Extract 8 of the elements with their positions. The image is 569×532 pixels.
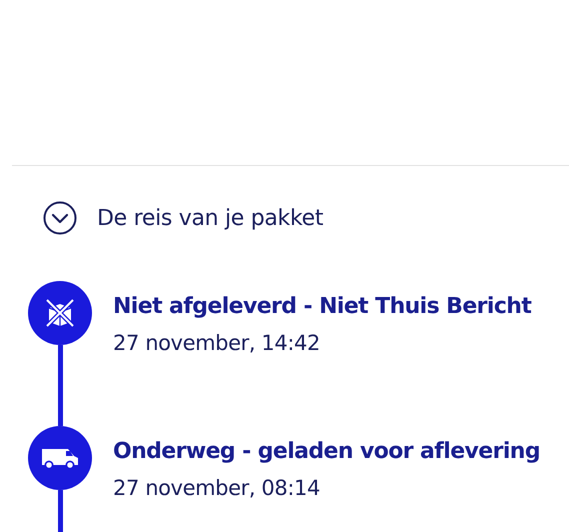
van-icon <box>40 446 80 470</box>
chevron-circle-icon[interactable] <box>43 201 77 235</box>
event-title: Niet afgeleverd - Niet Thuis Bericht <box>113 294 532 319</box>
event-title: Onderweg - geladen voor aflevering <box>113 439 540 464</box>
section-title[interactable]: De reis van je pakket <box>97 206 324 230</box>
event-date: 27 november, 08:14 <box>113 476 321 500</box>
crossed-box-icon <box>43 296 77 330</box>
event-date: 27 november, 14:42 <box>113 331 321 355</box>
